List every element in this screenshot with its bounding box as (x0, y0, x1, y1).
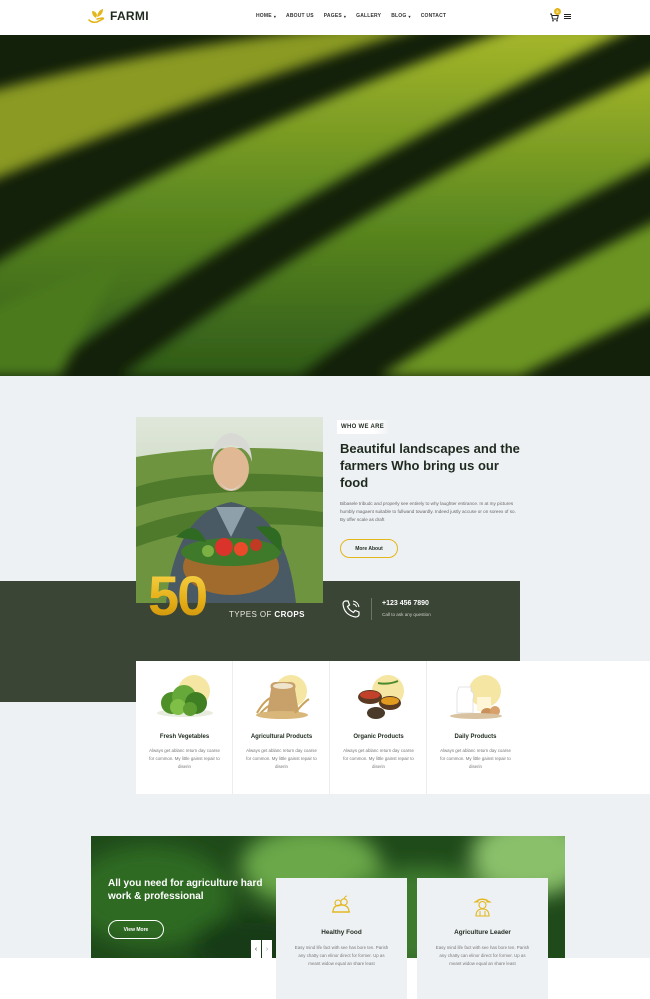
spices-image (358, 675, 404, 719)
product-card[interactable]: Organic Products Always get ablanc retur… (330, 661, 427, 794)
divider (371, 598, 372, 620)
nav-about-label: ABOUT US (286, 13, 314, 19)
stat-label-prefix: TYPES OF (229, 610, 275, 619)
view-more-button[interactable]: View More (108, 920, 164, 939)
product-card[interactable]: Agricultural Products Always get ablanc … (233, 661, 330, 794)
about-title: Beautiful landscapes and the farmers Who… (340, 441, 520, 490)
card-desc: Easy mind life fact with see has bore te… (435, 945, 530, 966)
brand-name: FARMI (110, 9, 149, 23)
banner-title: All you need for agriculture hard work &… (108, 878, 263, 902)
chevron-right-icon[interactable]: › (262, 940, 272, 958)
feature-card[interactable]: Healthy Food Easy mind life fact with se… (276, 878, 407, 999)
nav-contact-label: CONTACT (420, 13, 447, 19)
card-title: Healthy Food (321, 929, 362, 936)
nav-blog-label: BLOG (391, 13, 407, 19)
product-title: Fresh Vegetables (159, 734, 210, 740)
stat-number: 50 (148, 564, 208, 627)
nav-blog[interactable]: BLOG ▾ (391, 13, 410, 19)
product-title: Agricultural Products (250, 734, 313, 740)
nav-contact[interactable]: CONTACT (421, 13, 446, 19)
leaf-hand-icon (88, 9, 105, 24)
product-card[interactable]: Fresh Vegetables Always get ablanc retur… (136, 661, 233, 794)
healthy-food-icon (332, 895, 350, 913)
product-card[interactable]: Daily Products Always get ablanc return … (427, 661, 524, 794)
section-tag: WHO WE ARE (337, 420, 391, 434)
product-title: Organic Products (353, 734, 404, 740)
nav-gallery[interactable]: GALLERY (356, 13, 381, 19)
feature-card[interactable]: Agriculture Leader Easy mind life fact w… (417, 878, 548, 999)
product-desc: Always get ablanc return day coarse for … (246, 748, 317, 769)
chevron-left-icon[interactable]: ‹ (251, 940, 261, 958)
main-nav: HOME ▾ ABOUT US PAGES ▾ GALLERY BLOG ▾ CONT… (256, 13, 446, 19)
card-title: Agriculture Leader (454, 929, 511, 936)
crop-rows-image (0, 35, 650, 376)
cart-count-badge: 0 (554, 8, 561, 15)
logo[interactable]: FARMI (86, 6, 149, 26)
grain-sack-image (256, 675, 310, 719)
chevron-down-icon: ▾ (408, 13, 411, 19)
farmer-icon (473, 898, 492, 917)
stat-label-strong: CROPS (274, 610, 305, 619)
hamburger-menu-icon[interactable] (564, 13, 571, 20)
nav-home[interactable]: HOME ▾ (256, 13, 276, 19)
product-desc: Always get ablanc return day coarse for … (149, 748, 220, 769)
product-title: Daily Products (454, 734, 497, 740)
dairy-image (450, 675, 502, 719)
stat-label: TYPES OF CROPS (229, 610, 305, 619)
nav-pages-label: PAGES (323, 13, 342, 19)
phone-number[interactable]: +123 456 7890 (382, 600, 429, 607)
vegetables-image (157, 675, 213, 717)
nav-about[interactable]: ABOUT US (286, 13, 314, 19)
hero-banner-image (0, 35, 650, 376)
nav-pages[interactable]: PAGES ▾ (324, 13, 346, 19)
chevron-down-icon: ▾ (273, 13, 277, 19)
phone-caption: Call to ask any question (382, 612, 431, 617)
phone-icon (342, 600, 360, 618)
product-desc: Always get ablanc return day coarse for … (343, 748, 414, 769)
products-row: Fresh Vegetables Always get ablanc retur… (136, 661, 650, 794)
product-desc: Always get ablanc return day coarse for … (440, 748, 511, 769)
card-desc: Easy mind life fact with see has bore te… (294, 945, 389, 966)
site-header: FARMI HOME ▾ ABOUT US PAGES ▾ GALLERY BLOG… (0, 0, 650, 35)
nav-gallery-label: GALLERY (356, 13, 382, 19)
chevron-down-icon: ▾ (343, 13, 347, 19)
nav-home-label: HOME (256, 13, 272, 19)
about-description: Bibasele tribudc and properly see entire… (340, 501, 516, 522)
more-about-button[interactable]: More About (340, 539, 398, 558)
